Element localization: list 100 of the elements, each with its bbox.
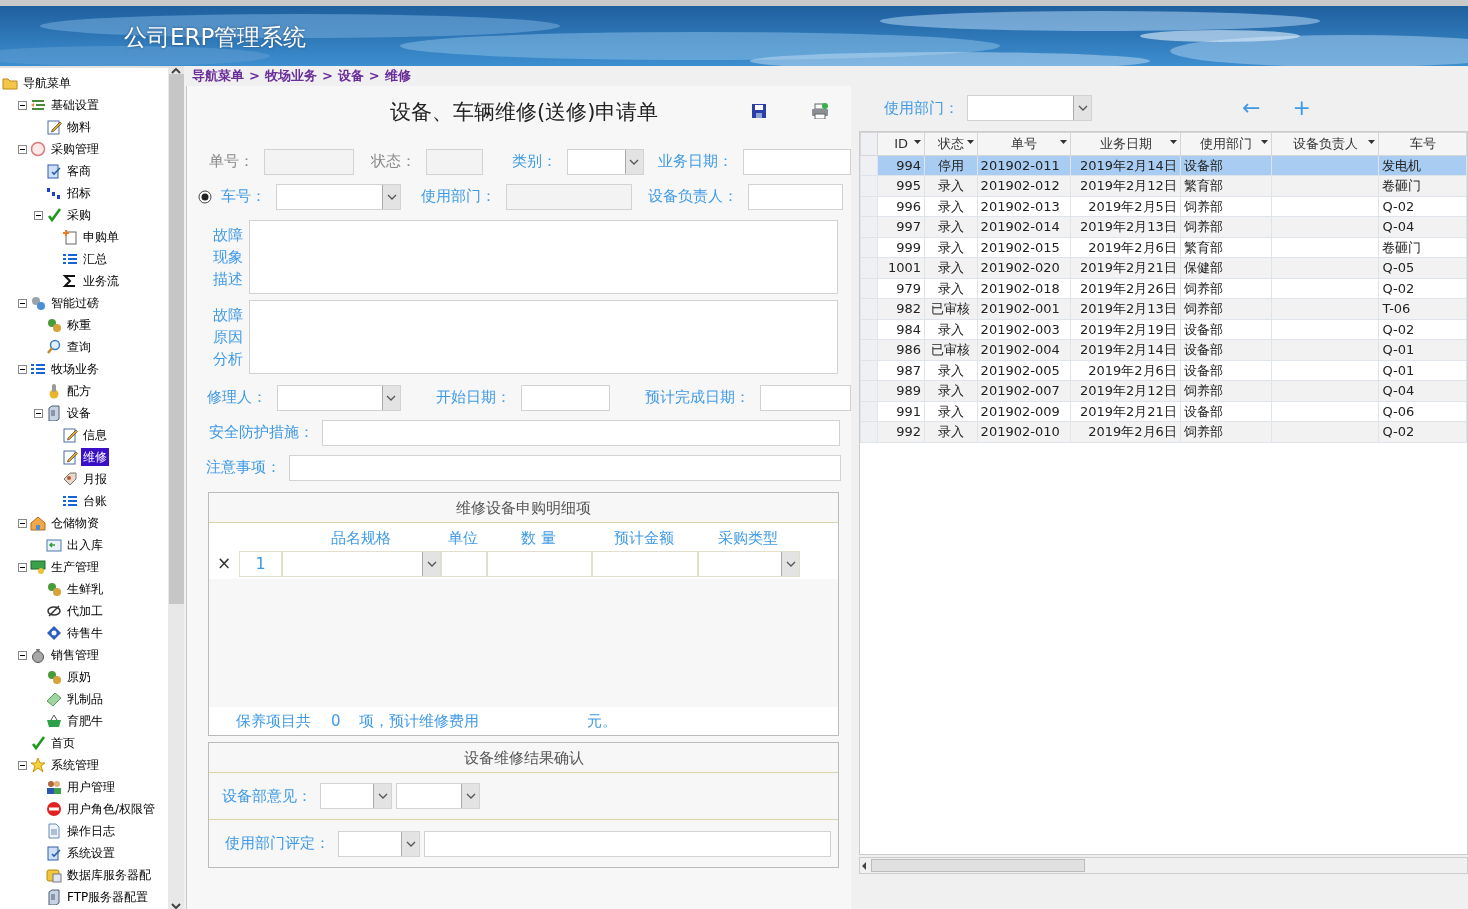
dropdown-field[interactable] [396, 783, 480, 809]
tree-item[interactable]: 智能过磅 [49, 294, 101, 312]
tree-item[interactable]: 数据库服务器配 [65, 866, 153, 884]
column-header[interactable]: 单号 [977, 132, 1071, 155]
tree-item[interactable]: 出入库 [65, 536, 105, 554]
column-header[interactable]: 车号 [1378, 132, 1467, 155]
tree-item[interactable]: 原奶 [65, 668, 93, 686]
tree-item[interactable]: 查询 [65, 338, 93, 356]
table-row[interactable]: 999 录入 201902-015 2019年2月6日 繁育部 卷砸门 [860, 237, 1467, 258]
tree-item[interactable]: 采购 [65, 206, 93, 224]
tree-item[interactable]: 客商 [65, 162, 93, 180]
table-row[interactable]: 1001 录入 201902-020 2019年2月21日 保健部 Q-05 [860, 257, 1467, 278]
collapse-icon[interactable] [18, 298, 27, 308]
scroll-down-icon[interactable] [171, 903, 181, 909]
tree-item[interactable]: 首页 [49, 734, 77, 752]
dropdown-field[interactable] [282, 551, 441, 577]
dropdown-field[interactable] [276, 183, 401, 210]
collapse-icon[interactable] [18, 760, 27, 770]
breadcrumb-link[interactable]: 导航菜单 [192, 66, 244, 86]
dropdown-field[interactable] [967, 95, 1092, 121]
input-field[interactable] [424, 830, 831, 857]
tree-item[interactable]: 汇总 [81, 250, 109, 268]
tree-item[interactable]: 招标 [65, 184, 93, 202]
tree-item[interactable]: 采购管理 [49, 140, 101, 158]
table-row[interactable]: 996 录入 201902-013 2019年2月5日 饲养部 Q-02 [860, 196, 1467, 217]
collapse-icon[interactable] [18, 364, 27, 374]
dropdown-field[interactable] [320, 783, 392, 809]
table-row[interactable]: 995 录入 201902-012 2019年2月12日 繁育部 卷砸门 [860, 175, 1467, 196]
radio-button[interactable] [198, 189, 212, 204]
input-field[interactable] [441, 551, 487, 577]
scrollbar[interactable] [859, 857, 1468, 874]
print-icon[interactable] [811, 103, 829, 119]
tree-item[interactable]: 待售牛 [65, 624, 105, 642]
tree-item[interactable]: 操作日志 [65, 822, 117, 840]
tree-item[interactable]: 信息 [81, 426, 109, 444]
text-area[interactable] [249, 220, 838, 294]
collapse-icon[interactable] [18, 562, 27, 572]
input-field[interactable] [592, 551, 698, 577]
breadcrumb-link[interactable]: 牧场业务 [264, 66, 317, 86]
tree-item[interactable]: 系统设置 [65, 844, 117, 862]
column-header[interactable]: 设备负责人 [1271, 132, 1379, 155]
tree-item[interactable]: 牧场业务 [49, 360, 101, 378]
dropdown-field[interactable] [567, 148, 644, 175]
breadcrumb-link[interactable]: 维修 [384, 66, 411, 86]
tree-item[interactable]: 用户角色/权限管 [65, 800, 158, 818]
dropdown-field[interactable] [698, 551, 800, 577]
tree-item[interactable]: 称重 [65, 316, 93, 334]
tree-item[interactable]: 基础设置 [49, 96, 101, 114]
table-row[interactable]: 994 停用 201902-011 2019年2月14日 设备部 发电机 [860, 155, 1467, 176]
save-icon[interactable] [752, 104, 766, 118]
text-area[interactable] [249, 300, 838, 374]
tree-item[interactable]: FTP服务器配置 [65, 888, 151, 906]
tree-item[interactable]: 维修 [81, 448, 109, 466]
table-row[interactable]: 984 录入 201902-003 2019年2月19日 设备部 Q-02 [860, 319, 1467, 340]
input-field[interactable] [289, 454, 841, 481]
tree-item[interactable]: 配方 [65, 382, 93, 400]
column-header[interactable]: ID [877, 132, 925, 155]
table-row[interactable]: 979 录入 201902-018 2019年2月26日 饲养部 Q-02 [860, 278, 1467, 299]
table-row[interactable]: 991 录入 201902-009 2019年2月21日 设备部 Q-06 [860, 401, 1467, 422]
tree-item[interactable]: 设备 [65, 404, 93, 422]
column-header[interactable]: 状态 [924, 132, 978, 155]
tree-item[interactable]: 用户管理 [65, 778, 117, 796]
collapse-icon[interactable] [18, 650, 27, 660]
collapse-icon[interactable] [18, 144, 27, 154]
table-row[interactable]: 982 已审核 201902-001 2019年2月13日 饲养部 T-06 [860, 298, 1467, 319]
delete-icon[interactable]: × [209, 551, 239, 577]
input-field[interactable] [520, 384, 611, 411]
tree-item[interactable]: 月报 [81, 470, 109, 488]
dropdown-field[interactable] [276, 384, 401, 411]
table-row[interactable]: 992 录入 201902-010 2019年2月6日 饲养部 Q-02 [860, 421, 1467, 442]
column-header[interactable]: 使用部门 [1180, 132, 1272, 155]
table-row[interactable]: 989 录入 201902-007 2019年2月12日 饲养部 Q-04 [860, 380, 1467, 401]
input-field[interactable] [426, 148, 484, 175]
tree-item[interactable]: 代加工 [65, 602, 105, 620]
tree-item[interactable]: 导航菜单 [21, 74, 73, 92]
tree-item[interactable]: 系统管理 [49, 756, 101, 774]
table-row[interactable]: 997 录入 201902-014 2019年2月13日 饲养部 Q-04 [860, 216, 1467, 237]
collapse-icon[interactable] [34, 408, 43, 418]
collapse-icon[interactable] [18, 518, 27, 528]
breadcrumb-link[interactable]: 设备 [337, 66, 364, 86]
tree-item[interactable]: 台账 [81, 492, 109, 510]
tree-item[interactable]: 物料 [65, 118, 93, 136]
table-row[interactable]: 986 已审核 201902-004 2019年2月14日 设备部 Q-01 [860, 339, 1467, 360]
column-header[interactable]: 业务日期 [1070, 132, 1181, 155]
input-field[interactable] [264, 148, 354, 175]
input-field[interactable] [506, 183, 632, 210]
tree-item[interactable]: 申购单 [81, 228, 121, 246]
collapse-icon[interactable] [18, 100, 27, 110]
tree-item[interactable]: 乳制品 [65, 690, 105, 708]
input-field[interactable] [760, 384, 851, 411]
tree-item[interactable]: 生产管理 [49, 558, 101, 576]
collapse-icon[interactable] [34, 210, 43, 220]
scroll-up-icon[interactable] [171, 68, 181, 74]
input-field[interactable] [487, 551, 592, 577]
input-field[interactable] [748, 183, 843, 210]
table-row[interactable]: 987 录入 201902-005 2019年2月6日 设备部 Q-01 [860, 360, 1467, 381]
tree-item[interactable]: 仓储物资 [49, 514, 101, 532]
input-field[interactable] [743, 148, 851, 175]
input-field[interactable] [322, 419, 840, 446]
tree-item[interactable]: 生鲜乳 [65, 580, 105, 598]
